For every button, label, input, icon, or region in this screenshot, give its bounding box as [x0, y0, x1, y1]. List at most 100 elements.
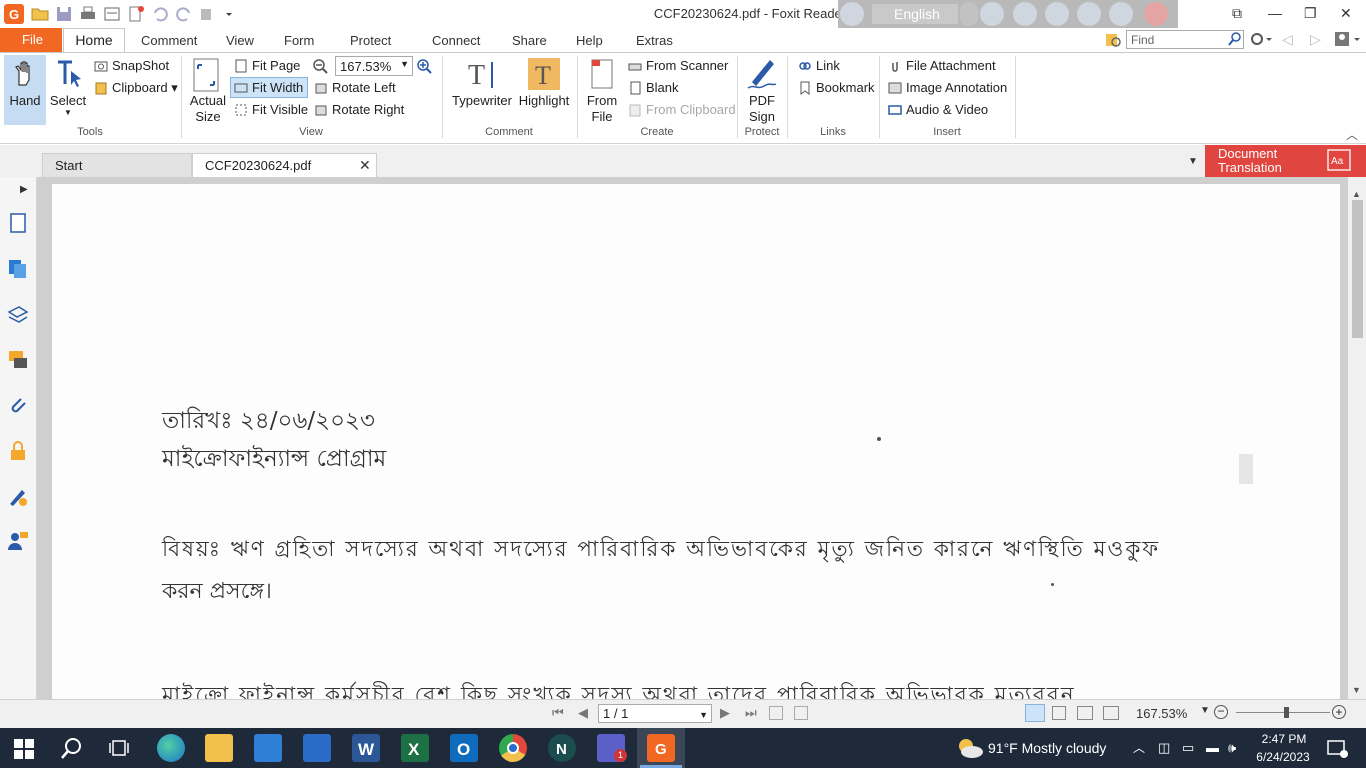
next-result-icon[interactable]: ▷	[1310, 31, 1321, 48]
hand-dropdown-icon[interactable]	[198, 4, 232, 24]
rotate-left-button[interactable]: Rotate Left	[312, 78, 396, 98]
typewriter-icon[interactable]: T	[466, 58, 498, 93]
save-icon[interactable]	[54, 4, 74, 24]
redo-icon[interactable]	[174, 4, 194, 24]
gear-icon[interactable]	[1250, 31, 1274, 50]
microsoft-store-icon[interactable]	[254, 734, 282, 762]
user-icon[interactable]	[1334, 31, 1364, 50]
previous-page-icon[interactable]: ◀	[578, 705, 588, 721]
zoom-out-icon[interactable]	[312, 58, 328, 77]
word-icon[interactable]: W	[352, 734, 380, 762]
scroll-up-icon[interactable]: ▲	[1352, 189, 1361, 199]
tab-start[interactable]: Start	[42, 153, 192, 177]
taskbar-search-icon[interactable]	[60, 736, 84, 763]
weather-text[interactable]: 91°F Mostly cloudy	[988, 740, 1106, 756]
typewriter-label[interactable]: Typewriter	[448, 93, 516, 109]
new-icon[interactable]	[126, 4, 146, 24]
previous-result-icon[interactable]: ◁	[1282, 31, 1293, 48]
mouse-icon[interactable]	[1013, 2, 1037, 26]
zoom-out-status-icon[interactable]: −	[1214, 705, 1228, 719]
single-page-icon[interactable]	[1025, 704, 1045, 722]
foxit-reader-icon[interactable]: G	[647, 734, 675, 762]
image-annotation-button[interactable]: Image Annotation	[886, 78, 1007, 98]
language-selector[interactable]: English	[872, 4, 958, 24]
tab-connect[interactable]: Connect	[432, 33, 480, 48]
n-app-icon[interactable]: N	[548, 734, 576, 762]
pdf-sign-label[interactable]: PDF Sign	[740, 93, 784, 125]
signatures-icon[interactable]	[7, 486, 29, 508]
tab-home[interactable]: Home	[63, 28, 125, 53]
search-icon[interactable]	[1227, 31, 1243, 50]
pdf-sign-icon[interactable]	[746, 56, 778, 93]
zoom-slider-track[interactable]	[1236, 712, 1330, 713]
next-page-icon[interactable]: ▶	[720, 705, 730, 721]
vertical-scrollbar[interactable]: ▲ ▼	[1348, 177, 1366, 699]
previous-view-icon[interactable]	[769, 706, 783, 720]
mail-app-icon[interactable]	[303, 734, 331, 762]
continuous-page-icon[interactable]	[1052, 706, 1066, 720]
scroll-down-icon[interactable]: ▼	[1352, 685, 1361, 695]
windows-start-icon[interactable]	[14, 739, 34, 762]
continuous-facing-icon[interactable]	[1103, 706, 1119, 720]
globe-icon[interactable]	[1077, 2, 1101, 26]
link-button[interactable]: Link	[796, 56, 840, 76]
zoom-slider-thumb[interactable]	[1284, 707, 1289, 718]
webcam-icon[interactable]: ◫	[1158, 740, 1170, 756]
fit-width-button[interactable]: Fit Width	[232, 78, 303, 98]
status-zoom[interactable]: 167.53%	[1136, 706, 1187, 721]
edge-icon[interactable]	[157, 734, 185, 762]
last-page-icon[interactable]: ⏭	[745, 705, 757, 721]
highlight-label[interactable]: Highlight	[516, 93, 572, 109]
outlook-icon[interactable]: O	[450, 734, 478, 762]
scroll-thumb[interactable]	[1352, 200, 1363, 338]
comments-icon[interactable]	[7, 349, 29, 371]
weather-cloud-icon[interactable]	[954, 737, 984, 762]
tab-share[interactable]: Share	[512, 33, 547, 48]
properties-icon[interactable]	[102, 4, 122, 24]
collapse-ribbon-icon[interactable]: ︿	[1346, 126, 1358, 143]
zoom-in-status-icon[interactable]: +	[1332, 705, 1346, 719]
mail-icon[interactable]	[980, 2, 1004, 26]
blank-button[interactable]: Blank	[626, 78, 679, 98]
teams-icon[interactable]: 1	[597, 734, 627, 762]
facing-page-icon[interactable]	[1077, 706, 1093, 720]
close-toolbar-icon[interactable]	[1144, 2, 1168, 26]
rotate-right-button[interactable]: Rotate Right	[312, 100, 404, 120]
display-icon[interactable]: ▭	[1182, 740, 1194, 756]
close-tab-icon[interactable]: ✕	[359, 157, 371, 174]
layers-pages-icon[interactable]	[7, 258, 29, 280]
actual-size-label[interactable]: Actual Size	[186, 93, 230, 125]
fit-page-button[interactable]: Fit Page	[232, 56, 300, 76]
from-file-icon[interactable]	[590, 58, 616, 93]
chrome-icon[interactable]	[499, 734, 527, 762]
tab-view[interactable]: View	[226, 33, 254, 48]
from-file-label[interactable]: From File	[582, 93, 622, 125]
expand-panel-icon[interactable]: ▶	[20, 184, 28, 195]
tab-protect[interactable]: Protect	[350, 33, 391, 48]
page-number-input[interactable]: 1 / 1 ▼	[598, 704, 712, 723]
user-comment-icon[interactable]	[7, 530, 29, 552]
close-button[interactable]: ✕	[1340, 5, 1352, 22]
from-clipboard-button[interactable]: From Clipboard	[626, 100, 736, 120]
open-icon[interactable]	[30, 4, 50, 24]
from-scanner-button[interactable]: From Scanner	[626, 56, 728, 76]
excel-icon[interactable]: X	[401, 734, 429, 762]
layers-icon[interactable]	[7, 304, 29, 326]
fit-visible-button[interactable]: Fit Visible	[232, 100, 308, 120]
lock-icon[interactable]	[840, 2, 864, 26]
snapshot-button[interactable]: SnapShot	[92, 56, 169, 76]
file-attachment-button[interactable]: File Attachment	[886, 56, 996, 76]
battery-icon[interactable]: ▬	[1206, 740, 1219, 755]
bookmark-button[interactable]: Bookmark	[796, 78, 875, 98]
tab-extras[interactable]: Extras	[636, 33, 673, 48]
restore-button[interactable]: ❐	[1304, 5, 1317, 22]
zoom-dropdown-icon[interactable]: ▼	[1200, 705, 1210, 716]
clock-date[interactable]: 6/24/2023	[1252, 750, 1314, 764]
ribbon-display-icon[interactable]: ⧉	[1232, 5, 1242, 22]
minimize-button[interactable]: —	[1268, 5, 1282, 21]
tab-help[interactable]: Help	[576, 33, 603, 48]
highlight-icon[interactable]: T	[528, 58, 560, 90]
tab-comment[interactable]: Comment	[141, 33, 197, 48]
zoom-in-icon[interactable]	[416, 58, 432, 77]
print-icon[interactable]	[78, 4, 98, 24]
